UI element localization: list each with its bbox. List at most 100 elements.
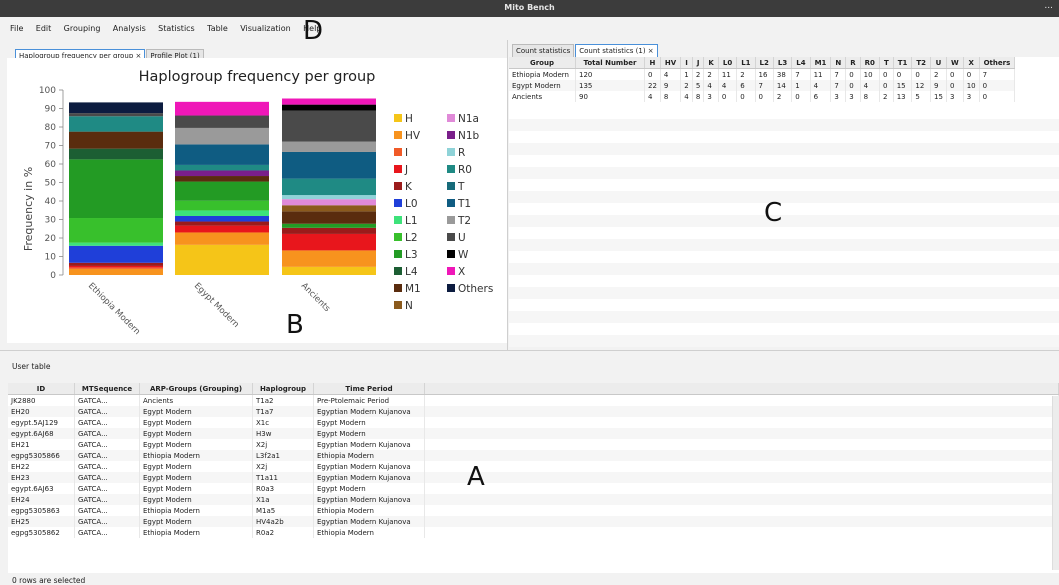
count-cell: 4 [703, 80, 719, 91]
user-cell: Pre-Ptolemaic Period [313, 394, 425, 406]
count-col-header[interactable]: R0 [860, 57, 880, 69]
count-col-header[interactable]: H [644, 57, 661, 69]
user-col-header[interactable]: Haplogroup [252, 383, 314, 395]
count-col-header[interactable]: T1 [893, 57, 913, 69]
table-row[interactable]: EH21 GATCA... Egypt Modern X2j Egyptian Mode… [8, 439, 1059, 450]
table-row[interactable]: egypt.5AJ129 GATCA... Egypt Modern X1c Egypt… [8, 417, 1059, 428]
menu-file[interactable]: File [10, 24, 23, 33]
table-row[interactable]: EH23 GATCA... Egypt Modern T1a11 Egyptian Mo… [8, 472, 1059, 483]
window-menu-icon[interactable]: ... [1044, 1, 1053, 11]
count-cell: 2 [879, 91, 894, 102]
user-col-header[interactable]: ID [8, 383, 75, 395]
count-col-header[interactable]: L3 [773, 57, 793, 69]
count-col-header[interactable]: I [680, 57, 693, 69]
bar-segment-l2 [69, 218, 163, 243]
count-cell: 0 [644, 68, 661, 80]
count-col-header[interactable]: J [692, 57, 705, 69]
table-row[interactable]: egpg5305866 GATCA... Ethiopia Modern L3f2a1… [8, 450, 1059, 461]
user-cell: L3f2a1 [252, 450, 314, 461]
right-tab-bar: Count statistics Count statistics (1) × [512, 44, 659, 58]
user-cell: Egypt Modern [139, 417, 253, 428]
count-col-header[interactable]: Others [979, 57, 1016, 69]
table-row[interactable]: egpg5305863 GATCA... Ethiopia Modern M1a5 Et… [8, 505, 1059, 516]
user-cell: Ethiopia Modern [139, 450, 253, 461]
count-col-header[interactable]: K [703, 57, 719, 69]
count-col-header[interactable]: T [879, 57, 894, 69]
count-col-header[interactable]: L4 [791, 57, 811, 69]
count-cell: 7 [979, 68, 1016, 80]
count-col-header[interactable]: Group [509, 57, 576, 69]
count-col-header[interactable]: M1 [810, 57, 832, 69]
horizontal-divider[interactable] [0, 350, 1059, 351]
table-row[interactable]: EH22 GATCA... Egypt Modern X2j Egyptian Mode… [8, 461, 1059, 472]
count-col-header[interactable]: Total Number [575, 57, 645, 69]
user-col-header[interactable]: ARP-Groups (Grouping) [139, 383, 253, 395]
vertical-divider[interactable] [507, 40, 508, 350]
legend-label: U [458, 232, 466, 244]
window-title: Mito Bench [504, 3, 555, 12]
user-cell: Egypt Modern [139, 494, 253, 505]
table-row[interactable]: EH25 GATCA... Egypt Modern HV4a2b Egyptian M… [8, 516, 1059, 527]
menu-visualization[interactable]: Visualization [240, 24, 291, 33]
count-col-header[interactable]: X [963, 57, 980, 69]
count-col-header[interactable]: HV [660, 57, 682, 69]
user-cell: EH24 [8, 494, 75, 505]
legend-label: I [405, 147, 408, 159]
bar-segment-hv [175, 232, 269, 245]
x-tick-label: Ancients [299, 281, 332, 314]
tab-count-statistics[interactable]: Count statistics [512, 44, 575, 57]
count-col-header[interactable]: N [830, 57, 847, 69]
bar-segment-r [282, 195, 376, 200]
menu-grouping[interactable]: Grouping [64, 24, 101, 33]
legend-swatch-others [447, 284, 455, 292]
menu-statistics[interactable]: Statistics [158, 24, 195, 33]
bar-segment-k [282, 227, 376, 234]
table-row[interactable]: egpg5305862 GATCA... Ethiopia Modern R0a2 Et… [8, 527, 1059, 538]
user-cell: GATCA... [74, 505, 140, 516]
bar-segment-m1 [175, 176, 269, 182]
bar-segment-t1 [175, 144, 269, 165]
user-cell: Egyptian Modern Kujanova [313, 461, 425, 472]
count-table-row[interactable]: Egypt Modern 135 22 9 2 5 4 4 6 7 14 1 4 7 0 4 0 15 12 9 0 10… [509, 80, 1016, 91]
count-col-header[interactable]: R [845, 57, 861, 69]
legend-label: T1 [457, 198, 471, 210]
user-row-filler [424, 494, 1059, 505]
bar-segment-j [175, 225, 269, 233]
count-col-header[interactable]: T2 [911, 57, 932, 69]
tab-count-statistics-1[interactable]: Count statistics (1) × [575, 44, 658, 57]
count-cell: 13 [893, 91, 913, 102]
empty-row-lines [509, 107, 1059, 347]
y-tick-label: 40 [45, 197, 57, 207]
count-col-header[interactable]: U [930, 57, 947, 69]
user-cell: egpg5305862 [8, 527, 75, 538]
count-col-header[interactable]: L1 [736, 57, 756, 69]
table-row[interactable]: egypt.6AJ68 GATCA... Egypt Modern H3w Egypt … [8, 428, 1059, 439]
count-table-row[interactable]: Ancients 90 4 8 4 8 3 0 0 0 2 0 6 3 3 8 2 13 5 15 3 3 0 [509, 91, 1016, 102]
bar-segment-t2 [282, 141, 376, 152]
count-col-header[interactable]: L2 [755, 57, 774, 69]
count-cell: 0 [963, 68, 980, 80]
bar-segment-l2 [175, 200, 269, 211]
user-cell: Ethiopia Modern [313, 527, 425, 538]
legend-swatch-h [394, 114, 402, 122]
user-col-header[interactable]: MTSequence [74, 383, 140, 395]
user-table-scrollbar[interactable] [1052, 396, 1059, 570]
user-col-header[interactable]: Time Period [313, 383, 425, 395]
legend-swatch-i [394, 148, 402, 156]
legend-label: H [405, 113, 413, 125]
legend-swatch-l2 [394, 233, 402, 241]
count-cell: 3 [703, 91, 719, 102]
table-row[interactable]: EH24 GATCA... Egypt Modern X1a Egyptian Mode… [8, 494, 1059, 505]
menu-analysis[interactable]: Analysis [113, 24, 146, 33]
count-table-row[interactable]: Ethiopia Modern 120 0 4 1 2 2 11 2 16 38 7 11 7 0 10 0 0 0… [509, 68, 1016, 80]
x-tick-label: Egypt Modern [192, 281, 241, 330]
menu-table[interactable]: Table [207, 24, 228, 33]
bar-segment-t1 [282, 151, 376, 179]
count-col-header[interactable]: W [946, 57, 964, 69]
count-col-header[interactable]: L0 [718, 57, 738, 69]
table-row[interactable]: EH20 GATCA... Egypt Modern T1a7 Egyptian Mod… [8, 406, 1059, 417]
table-row[interactable]: egypt.6AJ63 GATCA... Egypt Modern R0a3 Egypt… [8, 483, 1059, 494]
count-cell: 8 [860, 91, 880, 102]
table-row[interactable]: JK2880 GATCA... Ancients T1a2 Pre-Ptolemaic … [8, 394, 1059, 406]
menu-edit[interactable]: Edit [36, 24, 52, 33]
